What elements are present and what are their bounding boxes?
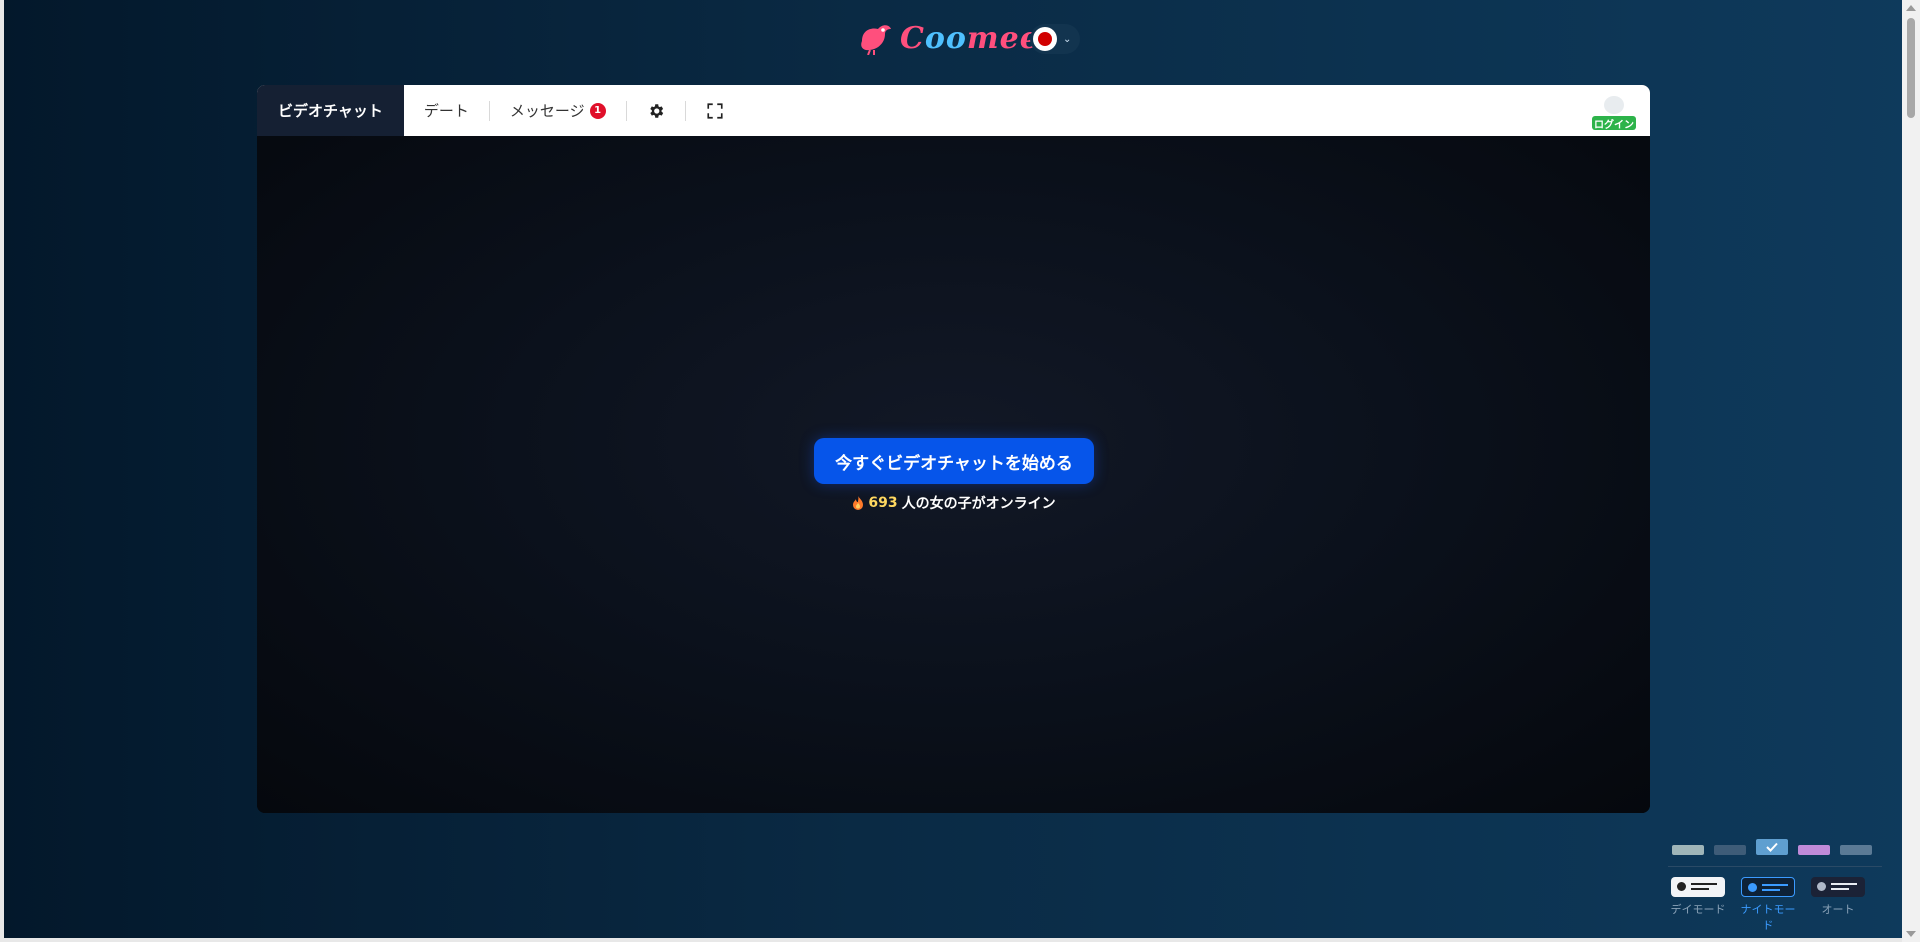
online-count-text: 693 人の女の子がオンライン [814,493,1094,513]
tab-label: デート [423,102,469,120]
theme-swatch-2[interactable] [1714,845,1746,855]
logo[interactable]: Coomeet [856,18,1055,58]
mode-label: デイモード [1670,903,1726,916]
online-count: 693 [868,495,898,511]
scroll-up-icon[interactable] [1906,5,1916,11]
scroll-down-icon[interactable] [1906,931,1916,937]
fullscreen-button[interactable] [686,85,744,136]
theme-swatch-3[interactable] [1756,839,1788,855]
theme-swatch-1[interactable] [1672,845,1704,855]
theme-color-swatches [1672,839,1872,857]
login-button[interactable]: ログイン [1592,96,1636,131]
tab-label: メッセージ [509,102,585,120]
window-left-edge [0,0,4,942]
scrollbar-thumb[interactable] [1907,18,1915,118]
mode-label: オート [1821,903,1855,916]
tab-bar: ビデオチャット デート メッセージ 1 ログイン [257,85,1650,136]
chevron-down-icon: ⌄ [1063,33,1072,45]
tab-label: ビデオチャット [278,102,383,120]
auto-mode-icon [1811,877,1865,897]
fire-icon [853,496,864,510]
header: Coomeet ⌄ [0,0,1902,78]
day-mode-icon [1671,877,1725,897]
video-area: 今すぐビデオチャットを始める 693 人の女の子がオンライン [257,136,1650,813]
day-mode-option[interactable]: デイモード [1670,877,1726,917]
theme-swatch-4[interactable] [1798,845,1830,855]
tab-messages[interactable]: メッセージ 1 [490,85,626,136]
message-count-badge: 1 [589,102,606,119]
auto-mode-option[interactable]: オート [1810,877,1866,917]
video-chat-panel: ビデオチャット デート メッセージ 1 ログイン 今すぐビデオチャットを始める [257,85,1650,813]
theme-swatch-5[interactable] [1840,845,1872,855]
settings-button[interactable] [627,85,685,136]
gear-icon [649,103,663,118]
night-mode-option[interactable]: ナイトモード [1740,877,1796,933]
online-suffix: 人の女の子がオンライン [901,496,1056,512]
night-mode-icon [1741,877,1795,897]
login-label: ログイン [1592,116,1636,131]
display-mode-switcher: デイモード ナイトモード オート [1670,877,1880,932]
bird-logo-icon [861,25,891,55]
scrollbar[interactable] [1902,0,1920,942]
japan-flag-icon [1033,27,1057,51]
mode-label: ナイトモード [1740,903,1796,932]
window-bottom-edge [0,938,1920,942]
theme-divider [1668,866,1882,867]
start-video-chat-button[interactable]: 今すぐビデオチャットを始める [814,438,1094,484]
check-icon [1766,842,1778,852]
tab-date[interactable]: デート [404,85,489,136]
language-selector[interactable]: ⌄ [1030,24,1080,54]
fullscreen-icon [707,102,723,119]
avatar-icon [1604,96,1624,114]
tab-video-chat[interactable]: ビデオチャット [257,85,404,136]
